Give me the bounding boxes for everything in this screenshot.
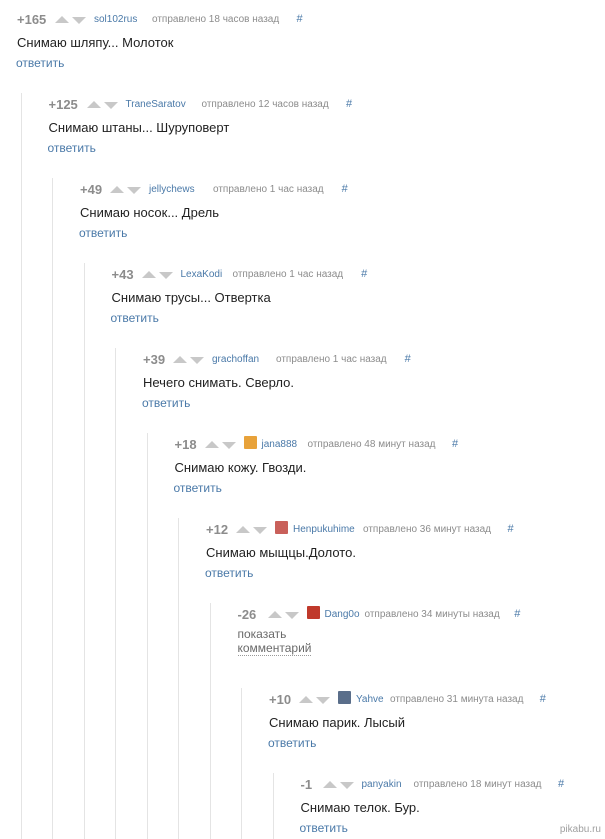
reply-link[interactable]: ответить [79, 226, 127, 240]
downvote-icon[interactable] [158, 272, 173, 279]
comment-permalink[interactable]: # [452, 438, 458, 450]
comment-text: Нечего снимать. Сверло. [143, 375, 294, 390]
comment-username[interactable]: LexaKodi [181, 269, 223, 281]
reply-link[interactable]: ответить [268, 736, 316, 750]
downvote-icon[interactable] [284, 612, 299, 619]
show-comment-link[interactable]: показать комментарий [237, 627, 312, 656]
comment-timestamp: отправлено 36 минут назад [363, 524, 491, 535]
comment-username[interactable]: Dang0o [325, 609, 360, 621]
upvote-icon[interactable] [110, 186, 124, 193]
thread-guide-line [115, 348, 116, 839]
comment-rating: +39 [143, 352, 166, 367]
comment-rating: +12 [206, 522, 229, 537]
thread-guide-line [20, 93, 22, 839]
comment-username[interactable]: grachoffan [212, 354, 259, 366]
comment-timestamp: отправлено 1 час назад [276, 354, 387, 365]
comment-timestamp: отправлено 1 час назад [232, 269, 344, 280]
reply-link[interactable]: ответить [300, 821, 348, 835]
downvote-icon[interactable] [316, 697, 330, 704]
watermark: pikabu.ru [559, 824, 601, 835]
comment-permalink[interactable]: # [361, 268, 367, 280]
comment-username[interactable]: sol102rus [94, 14, 137, 26]
upvote-icon[interactable] [322, 781, 337, 788]
upvote-icon[interactable] [86, 101, 101, 108]
comment-text: Снимаю мыщцы.Долото. [206, 545, 356, 560]
user-avatar[interactable] [243, 436, 257, 449]
comment-username[interactable]: Henpukuhime [293, 524, 355, 536]
comment-timestamp: отправлено 12 часов назад [201, 99, 329, 110]
reply-link[interactable]: ответить [111, 311, 159, 325]
thread-guide-line [209, 603, 211, 839]
comment-rating: +49 [80, 182, 103, 197]
downvote-icon[interactable] [72, 17, 86, 24]
comment-text: Снимаю телок. Бур. [300, 800, 420, 815]
downvote-icon[interactable] [190, 357, 204, 364]
reply-link[interactable]: ответить [16, 56, 64, 70]
comment-permalink[interactable]: # [346, 98, 352, 110]
comment-timestamp: отправлено 48 минут назад [307, 439, 436, 450]
comment-timestamp: отправлено 18 минут назад [413, 779, 542, 790]
downvote-icon[interactable] [221, 442, 236, 449]
comment-rating: +43 [111, 267, 134, 282]
comment-rating: +165 [17, 12, 47, 27]
comment-rating: +18 [174, 437, 197, 452]
comment-timestamp: отправлено 34 минуты назад [364, 609, 500, 620]
comment-rating: +125 [48, 97, 78, 112]
upvote-icon[interactable] [55, 16, 69, 23]
thread-guide-line [241, 688, 242, 839]
comment-permalink[interactable]: # [405, 353, 411, 365]
reply-link[interactable]: ответить [174, 481, 222, 495]
comment-timestamp: отправлено 1 час назад [213, 184, 324, 195]
comment-timestamp: отправлено 18 часов назад [152, 14, 280, 25]
comment-permalink[interactable]: # [514, 608, 520, 620]
comment-username[interactable]: panyakin [362, 779, 402, 791]
upvote-icon[interactable] [204, 441, 219, 448]
comment-text: Снимаю штаны... Шуруповерт [48, 120, 230, 135]
upvote-icon[interactable] [299, 696, 313, 703]
downvote-icon[interactable] [339, 782, 354, 789]
upvote-icon[interactable] [267, 611, 282, 618]
downvote-icon[interactable] [127, 187, 141, 194]
comment-text: Снимаю кожу. Гвозди. [174, 460, 307, 475]
comment-permalink[interactable]: # [297, 13, 303, 25]
comment-timestamp: отправлено 31 минута назад [390, 694, 524, 705]
comment-permalink[interactable]: # [558, 778, 564, 790]
thread-guide-line [52, 178, 53, 839]
thread-guide-line [146, 433, 148, 839]
comment-username[interactable]: jana888 [262, 439, 298, 451]
comment-text: Снимаю парик. Лысый [269, 715, 406, 730]
thread-guide-line [178, 518, 179, 839]
comment-username[interactable]: Yahve [356, 694, 384, 706]
comment-text: Снимаю шляпу... Молоток [17, 35, 174, 50]
downvote-icon[interactable] [253, 527, 267, 534]
comment-permalink[interactable]: # [342, 183, 348, 195]
comment-text: Снимаю носок... Дрель [80, 205, 219, 220]
reply-link[interactable]: ответить [48, 141, 96, 155]
comment-permalink[interactable]: # [540, 693, 546, 705]
user-avatar[interactable] [275, 521, 288, 534]
comment-permalink[interactable]: # [508, 523, 514, 535]
user-avatar[interactable] [306, 606, 320, 619]
upvote-icon[interactable] [173, 356, 187, 363]
upvote-icon[interactable] [141, 271, 156, 278]
comment-rating: -1 [300, 777, 313, 792]
comment-rating: -26 [237, 607, 257, 622]
upvote-icon[interactable] [236, 526, 250, 533]
comment-username[interactable]: jellychews [149, 184, 195, 196]
downvote-icon[interactable] [103, 102, 118, 109]
comment-username[interactable]: TraneSaratov [126, 99, 186, 111]
reply-link[interactable]: ответить [142, 396, 190, 410]
reply-link[interactable]: ответить [205, 566, 253, 580]
thread-guide-line [272, 773, 274, 839]
user-avatar[interactable] [338, 691, 351, 704]
comment-rating: +10 [269, 692, 292, 707]
comment-text: Снимаю трусы... Отвертка [111, 290, 271, 305]
thread-guide-line [83, 263, 85, 839]
